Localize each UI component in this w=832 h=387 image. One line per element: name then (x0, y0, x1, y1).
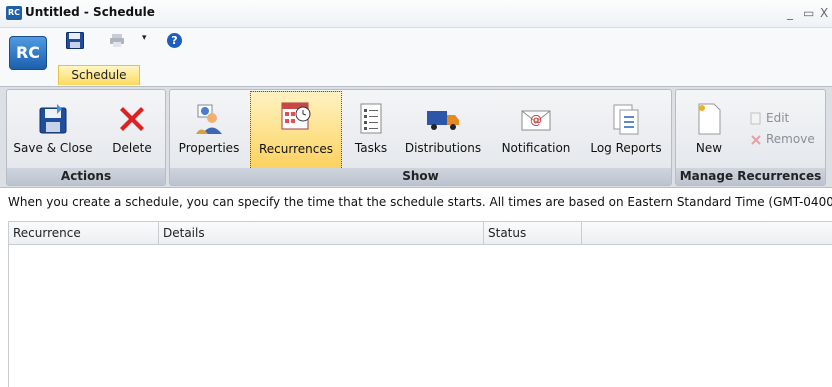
recurrences-button[interactable]: Recurrences (250, 91, 342, 172)
distributions-truck-icon (427, 111, 459, 130)
save-icon[interactable] (66, 32, 84, 49)
delete-button[interactable]: Delete (103, 93, 161, 166)
log-reports-label: Log Reports (590, 141, 662, 155)
save-close-icon (39, 104, 67, 134)
log-reports-icon (613, 104, 639, 135)
properties-label: Properties (178, 141, 240, 155)
new-recurrence-button[interactable]: New (680, 93, 738, 166)
properties-icon (196, 104, 222, 134)
customize-toolbar-dropdown[interactable]: ▾ (142, 33, 147, 43)
tab-schedule[interactable]: Schedule (58, 65, 140, 85)
remove-icon (751, 135, 761, 145)
edit-button[interactable]: Edit (766, 111, 789, 125)
title-bar: RC Untitled - Schedule _ ▭ X (0, 0, 832, 28)
ribbon-group-manage-recurrences: New Edit Remove Manage Recurrences (675, 89, 826, 186)
tasks-label: Tasks (354, 141, 388, 155)
window-title: Untitled - Schedule (25, 5, 155, 19)
ribbon-group-show: Properties Recurrences Tasks Distributio… (169, 89, 672, 186)
quick-access-toolbar: RC ▾ ? Schedule (0, 28, 832, 86)
group-caption-show: Show (170, 168, 671, 185)
grid-header: Recurrence Details Status (9, 222, 832, 245)
column-header-details[interactable]: Details (159, 222, 484, 244)
app-icon: RC (6, 6, 22, 20)
column-header-recurrence[interactable]: Recurrence (9, 222, 159, 244)
app-menu-button[interactable]: RC (9, 36, 47, 70)
column-header-status[interactable]: Status (484, 222, 582, 244)
remove-button[interactable]: Remove (766, 132, 815, 146)
recurrences-calendar-icon (281, 102, 311, 130)
ribbon-group-actions: Save & Close Delete Actions (6, 89, 166, 186)
delete-label: Delete (112, 141, 152, 155)
recurrences-label: Recurrences (259, 142, 333, 156)
notification-mail-icon: @ (521, 110, 551, 131)
notification-label: Notification (501, 141, 571, 155)
distributions-button[interactable]: Distributions (400, 93, 486, 166)
properties-button[interactable]: Properties (174, 93, 244, 166)
group-caption-actions: Actions (7, 168, 165, 185)
schedule-info-text: When you create a schedule, you can spec… (8, 195, 832, 209)
delete-x-icon (120, 107, 144, 131)
notification-button[interactable]: @ Notification (496, 93, 576, 166)
save-and-close-button[interactable]: Save & Close (11, 93, 95, 166)
print-icon[interactable] (110, 34, 124, 47)
close-button[interactable]: X (820, 6, 828, 20)
maximize-button[interactable]: ▭ (803, 6, 814, 20)
distributions-label: Distributions (404, 141, 482, 155)
group-caption-manage-recurrences: Manage Recurrences (676, 168, 825, 185)
recurrences-grid[interactable]: Recurrence Details Status (8, 221, 832, 387)
ribbon: Save & Close Delete Actions Properties R… (0, 86, 832, 188)
edit-icon (750, 112, 761, 125)
save-and-close-label: Save & Close (13, 141, 93, 155)
new-document-icon (698, 103, 721, 135)
minimize-button[interactable]: _ (787, 6, 793, 20)
svg-text:@: @ (530, 113, 542, 127)
help-icon[interactable]: ? (167, 33, 182, 48)
new-label: New (695, 141, 723, 155)
log-reports-button[interactable]: Log Reports (584, 93, 668, 166)
tasks-icon (360, 103, 382, 134)
tasks-button[interactable]: Tasks (348, 93, 394, 166)
